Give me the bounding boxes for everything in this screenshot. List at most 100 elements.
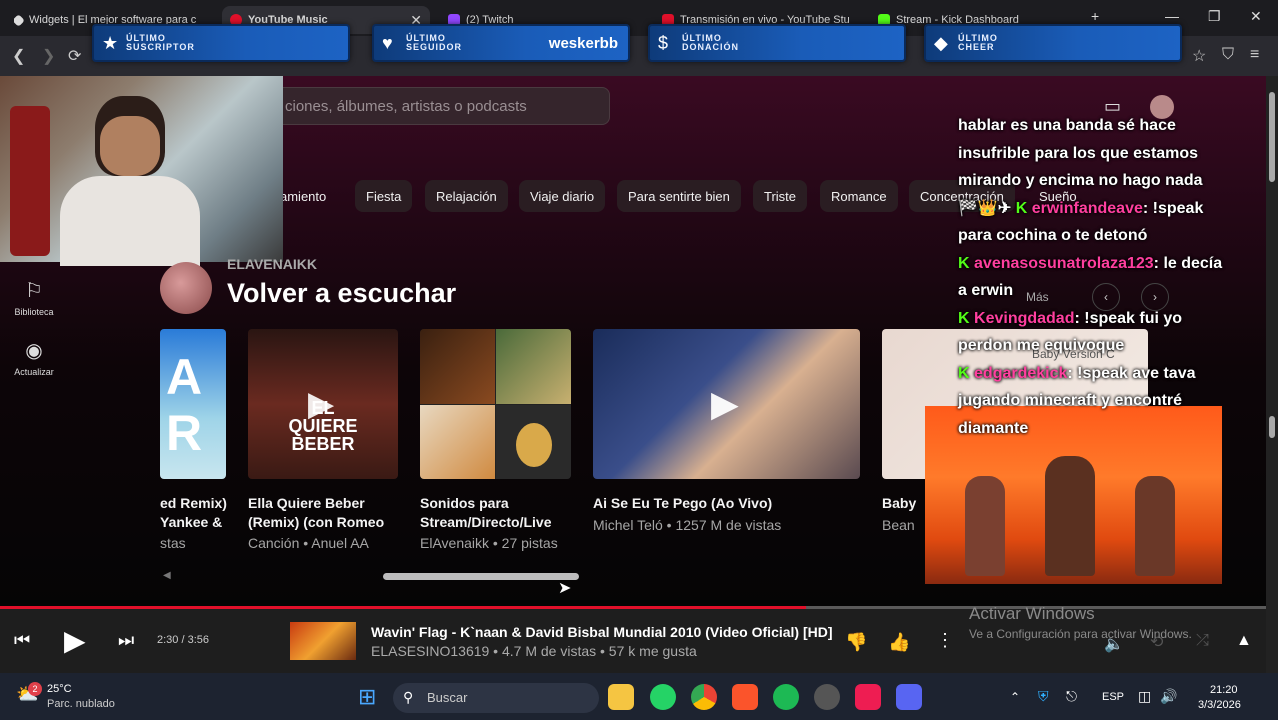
streamer-shirt (60, 176, 200, 266)
user-avatar[interactable] (160, 262, 212, 314)
overlay-label: ÚLTIMO SUSCRIPTOR (126, 33, 195, 52)
chip-viaje[interactable]: Viaje diario (519, 180, 606, 212)
card-title[interactable]: Baby (882, 494, 922, 513)
play-icon[interactable]: ▶ (711, 383, 739, 425)
card-title[interactable]: Ella Quiere Beber (Remix) (con Romeo (248, 494, 398, 532)
language-indicator[interactable]: ESP (1102, 691, 1124, 703)
chrome-icon[interactable] (691, 684, 717, 710)
tray-security-icon[interactable]: ⛨ (1038, 688, 1049, 705)
dancer (1045, 456, 1095, 576)
card-subtitle: ElAvenaikk • 27 pistas (420, 535, 558, 551)
whatsapp-icon[interactable] (650, 684, 676, 710)
chat-username: Kevingdadad (974, 309, 1075, 327)
card-thumbnail[interactable] (420, 329, 571, 479)
shuffle-icon[interactable]: ⤮ (1196, 632, 1209, 650)
overlay-last-follower: ♥ ÚLTIMO SEGUIDOR weskerbb (372, 24, 630, 62)
nav-library-label: Biblioteca (14, 307, 54, 317)
tray-network-icon[interactable]: ⎋ (1066, 688, 1077, 705)
card-title[interactable]: Ai Se Eu Te Pego (Ao Vivo) (593, 494, 853, 513)
overlay-last-subscriber: ★ ÚLTIMO SUSCRIPTOR (92, 24, 350, 62)
shield-icon[interactable]: ⛉ (1222, 46, 1234, 64)
scrollbar-thumb[interactable] (1269, 416, 1275, 438)
taskbar-search[interactable]: ⚲ Buscar (393, 683, 599, 713)
star-icon: ★ (102, 33, 119, 53)
chip-triste[interactable]: Triste (753, 180, 808, 212)
now-playing-title[interactable]: Wavin' Flag - K`naan & David Bisbal Mund… (371, 624, 833, 640)
chat-message: hablar es una banda sé hace insufrible p… (958, 117, 1203, 189)
restore-icon[interactable]: ❐ (1208, 8, 1221, 25)
app-icon[interactable] (896, 684, 922, 710)
dislike-icon[interactable]: 👎 (845, 632, 867, 653)
kick-badge-icon: K (958, 364, 970, 382)
card-subtitle: Canción • Anuel AA (248, 535, 369, 551)
clock-date[interactable]: 3/3/2026 (1198, 699, 1241, 711)
now-playing-thumbnail[interactable] (290, 622, 356, 660)
clock-time[interactable]: 21:20 (1210, 684, 1238, 696)
chip-relajacion[interactable]: Relajación (425, 180, 508, 212)
new-tab-icon[interactable]: + (1091, 8, 1099, 24)
nav-library[interactable]: ⚐ Biblioteca (8, 278, 60, 317)
next-icon[interactable]: ⏭ (118, 630, 134, 651)
heart-icon: ♥ (382, 33, 393, 53)
chat-overlay: hablar es una banda sé hace insufrible p… (958, 112, 1228, 442)
webcam-overlay (0, 76, 283, 266)
collage-tile (496, 405, 571, 479)
reload-icon[interactable]: ⟳ (68, 46, 81, 66)
overlay-last-cheer: ◆ ÚLTIMO CHEER (924, 24, 1182, 62)
kick-badge-icon: K (958, 309, 970, 327)
speaker-icon[interactable]: 🔊 (1160, 688, 1177, 705)
tray-chevron-icon[interactable]: ⌃ (1010, 690, 1020, 704)
play-icon[interactable]: ▶ (64, 624, 86, 657)
close-window-icon[interactable]: ✕ (1250, 8, 1262, 25)
emotes-icon: 🏁👑✈ (958, 199, 1012, 217)
like-icon[interactable]: 👍 (888, 632, 910, 653)
weather-temp[interactable]: 25°C (47, 683, 72, 695)
chat-username: edgardekick (974, 364, 1068, 382)
card-thumbnail[interactable]: ▶ (593, 329, 860, 479)
overlay-label: ÚLTIMO SEGUIDOR (406, 33, 463, 52)
more-options-icon[interactable]: ⋮ (936, 630, 954, 651)
menu-icon[interactable]: ≡ (1250, 46, 1259, 64)
bear-shape (516, 423, 552, 467)
search-input[interactable]: ciones, álbumes, artistas o podcasts (270, 87, 610, 125)
scroll-left-icon[interactable]: ◀ (163, 570, 171, 581)
spotify-icon[interactable] (773, 684, 799, 710)
chat-message: K Kevingdadad: !speak fui yo perdon me e… (958, 305, 1228, 360)
windows-start-icon[interactable]: ⊞ (358, 684, 376, 710)
card-thumbnail[interactable]: A R (160, 329, 226, 479)
nav-upgrade[interactable]: ◉ Actualizar (8, 338, 60, 377)
diamond-icon: ◆ (934, 33, 948, 53)
search-icon: ⚲ (403, 689, 414, 705)
minimize-icon[interactable]: — (1165, 8, 1179, 24)
card-thumbnail[interactable]: EL QUIERE BEBER ▶ (248, 329, 398, 479)
streamer-face (100, 116, 160, 176)
forward-icon[interactable]: ❯ (42, 46, 55, 66)
card-title[interactable]: ed Remix) Yankee & (160, 494, 228, 532)
kick-badge-icon: K (1015, 199, 1028, 217)
windows-taskbar (0, 673, 1278, 720)
back-icon[interactable]: ❮ (12, 46, 25, 66)
card-title[interactable]: Sonidos para Stream/Directo/Live (420, 494, 570, 532)
scrollbar-thumb[interactable] (1269, 92, 1275, 182)
previous-icon[interactable]: ⏮ (14, 630, 30, 651)
expand-icon[interactable]: ▲ (1236, 632, 1252, 650)
chat-message: K avenasosunatrolaza123: le decía a erwi… (958, 250, 1228, 305)
chip-romance[interactable]: Romance (820, 180, 898, 212)
collage-tile (496, 329, 571, 404)
app-icon[interactable] (814, 684, 840, 710)
collage-tile (420, 405, 495, 479)
play-icon[interactable]: ▶ (308, 384, 334, 424)
tiktok-icon[interactable] (855, 684, 881, 710)
wifi-icon[interactable]: ◫ (1138, 688, 1151, 705)
file-explorer-icon[interactable] (608, 684, 634, 710)
brave-icon[interactable] (732, 684, 758, 710)
bookmark-star-icon[interactable]: ☆ (1192, 46, 1206, 66)
taskbar-search-label: Buscar (427, 690, 468, 705)
page-scrollbar[interactable] (1266, 76, 1278, 676)
chip-fiesta[interactable]: Fiesta (355, 180, 413, 212)
carousel-scrollbar[interactable] (383, 573, 579, 580)
card-subtitle: Bean (882, 517, 915, 533)
overlay-last-donation: $ ÚLTIMO DONACIÓN (648, 24, 906, 62)
bookmark-icon: ⚐ (25, 280, 43, 302)
chip-sentirte-bien[interactable]: Para sentirte bien (617, 180, 741, 212)
